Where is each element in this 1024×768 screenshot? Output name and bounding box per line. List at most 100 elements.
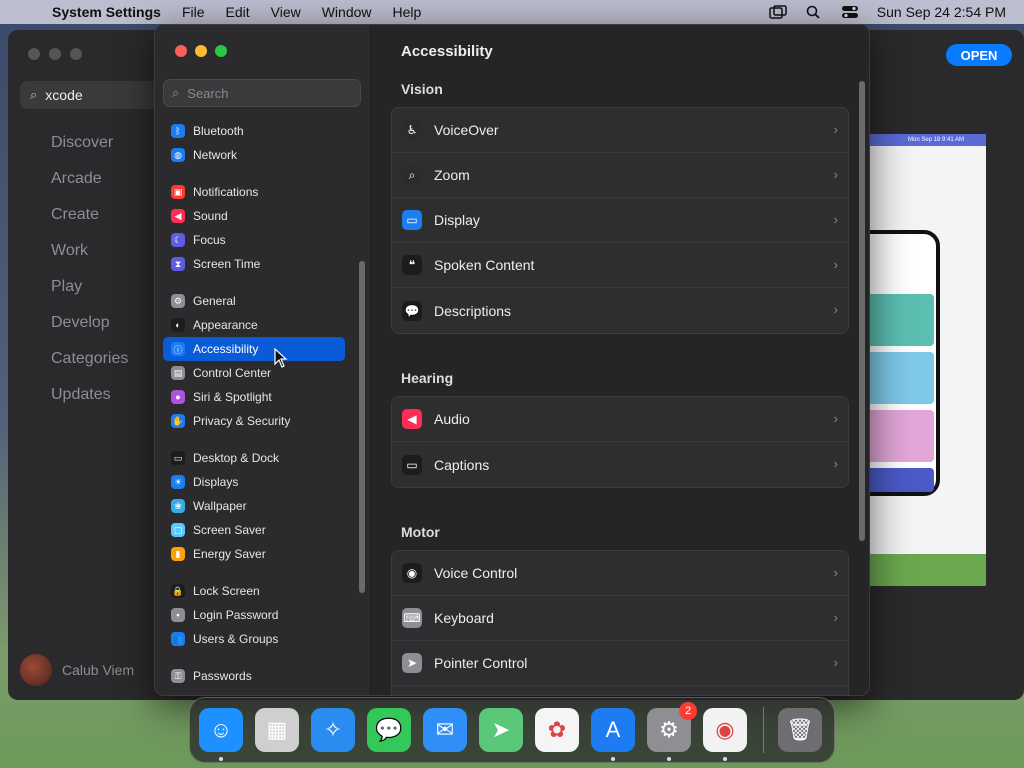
app-store-nav-categories[interactable]: Categories xyxy=(51,350,128,386)
sidebar-separator xyxy=(163,651,345,664)
dock-system-settings-icon[interactable]: ⚙ 2 xyxy=(647,702,697,761)
menu-app-name[interactable]: System Settings xyxy=(52,4,161,20)
zoom-button[interactable] xyxy=(215,45,227,57)
app-store-nav-work[interactable]: Work xyxy=(51,242,128,278)
dock-app-store-icon[interactable]: A xyxy=(591,708,635,761)
sidebar-item-energy-saver[interactable]: ▮ Energy Saver xyxy=(163,542,345,566)
sidebar-item-screen-saver[interactable]: ▢ Screen Saver xyxy=(163,518,345,542)
dock-mail-icon[interactable]: ✉ xyxy=(423,708,467,752)
sidebar-item-label: Siri & Spotlight xyxy=(193,390,272,404)
sidebar-item-bluetooth[interactable]: ᛒ Bluetooth xyxy=(163,119,345,143)
dock-chrome-icon[interactable]: ◉ xyxy=(703,708,747,761)
app-store-close-button[interactable] xyxy=(28,48,40,60)
sidebar-separator xyxy=(163,167,345,180)
app-store-nav-arcade[interactable]: Arcade xyxy=(51,170,128,206)
settings-search-field[interactable]: ⌕ Search xyxy=(163,79,361,107)
sidebar-scrollbar[interactable] xyxy=(359,261,365,593)
sidebar-item-sound[interactable]: ◀ Sound xyxy=(163,204,345,228)
content-scrollbar[interactable] xyxy=(859,81,865,541)
dock: ☺ ▦ ✧ 💬 ✉ ➤ ✿ A ⚙ 2 ◉ 🗑 xyxy=(189,697,835,763)
spotlight-search-icon[interactable] xyxy=(805,5,823,19)
sidebar-item-general[interactable]: ⚙ General xyxy=(163,289,345,313)
sidebar-item-label: Privacy & Security xyxy=(193,414,291,428)
menu-clock[interactable]: Sun Sep 24 2:54 PM xyxy=(877,4,1006,20)
dock-safari-icon[interactable]: ✧ xyxy=(311,708,355,752)
settings-row-voice-control[interactable]: ◉ Voice Control › xyxy=(392,551,848,596)
control-center-icon[interactable] xyxy=(841,5,859,19)
settings-row-label: Captions xyxy=(434,456,490,473)
sidebar-item-desktop-and-dock[interactable]: ▭ Desktop & Dock xyxy=(163,446,345,470)
app-store-search-value: xcode xyxy=(45,87,83,103)
settings-row-spoken-content[interactable]: ❝ Spoken Content › xyxy=(392,243,848,288)
menu-file[interactable]: File xyxy=(182,4,205,20)
open-button[interactable]: OPEN xyxy=(946,44,1012,66)
menu-help[interactable]: Help xyxy=(393,4,422,20)
voiceover-icon: ♿ xyxy=(402,120,422,140)
wallpaper-icon: ❀ xyxy=(171,499,185,513)
settings-row-label: VoiceOver xyxy=(434,122,499,138)
focus-icon: ☾ xyxy=(171,233,185,247)
app-store-minimize-button[interactable] xyxy=(49,48,61,60)
dock-trash-icon[interactable]: 🗑 xyxy=(778,708,822,752)
screen-saver-icon: ▢ xyxy=(171,523,185,537)
settings-row-display[interactable]: ▭ Display › xyxy=(392,198,848,243)
accessibility-icon: ⓘ xyxy=(171,342,185,356)
menu-window[interactable]: Window xyxy=(322,4,372,20)
sidebar-item-login-password[interactable]: ▪ Login Password xyxy=(163,603,345,627)
sidebar-item-appearance[interactable]: ◐ Appearance xyxy=(163,313,345,337)
account-name: Calub Viem xyxy=(62,662,135,678)
captions-icon: ▭ xyxy=(402,454,422,475)
sidebar-item-passwords[interactable]: ⚿ Passwords xyxy=(163,664,345,688)
menu-edit[interactable]: Edit xyxy=(226,4,250,20)
sidebar-item-screen-time[interactable]: ⧗ Screen Time xyxy=(163,252,345,276)
sidebar-item-control-center[interactable]: ▤ Control Center xyxy=(163,361,345,385)
dock-separator xyxy=(763,707,764,753)
sidebar-item-label: Lock Screen xyxy=(193,584,260,598)
keyboard-icon: ⌨ xyxy=(402,608,422,628)
settings-row-descriptions[interactable]: 💬 Descriptions › xyxy=(392,288,848,333)
settings-row-captions[interactable]: ▭ Captions › xyxy=(392,442,848,487)
settings-row-voiceover[interactable]: ♿ VoiceOver › xyxy=(392,108,848,153)
settings-row-switch-control[interactable]: ▦Switch Control› xyxy=(392,686,848,695)
running-indicator xyxy=(723,757,727,761)
settings-row-pointer-control[interactable]: ➤ Pointer Control › xyxy=(392,641,848,686)
sidebar-item-focus[interactable]: ☾ Focus xyxy=(163,228,345,252)
app-store-nav-play[interactable]: Play xyxy=(51,278,128,314)
dock-launchpad-icon[interactable]: ▦ xyxy=(255,708,299,752)
running-indicator xyxy=(219,757,223,761)
sidebar-item-label: Users & Groups xyxy=(193,632,279,646)
displays-icon: ☀ xyxy=(171,475,185,489)
sidebar-item-notifications[interactable]: ▣ Notifications xyxy=(163,180,345,204)
sidebar-item-displays[interactable]: ☀ Displays xyxy=(163,470,345,494)
running-indicator xyxy=(667,757,671,761)
sidebar-item-network[interactable]: ◍ Network xyxy=(163,143,345,167)
sidebar-item-privacy-and-security[interactable]: ✋ Privacy & Security xyxy=(163,409,345,433)
app-store-nav-create[interactable]: Create xyxy=(51,206,128,242)
menu-view[interactable]: View xyxy=(271,4,301,20)
app-store-nav-discover[interactable]: Discover xyxy=(51,134,128,170)
siri-and-spotlight-icon: ● xyxy=(171,390,185,404)
sidebar-item-lock-screen[interactable]: 🔒 Lock Screen xyxy=(163,579,345,603)
accessibility-pane: Accessibility Vision ♿ VoiceOver › ⌕ Zoom › ▭ Di… xyxy=(371,25,869,695)
app-store-nav-updates[interactable]: Updates xyxy=(51,386,128,422)
app-store-account[interactable]: Calub Viem xyxy=(20,654,134,686)
screen-mirroring-icon[interactable] xyxy=(769,5,787,19)
dock-maps-icon[interactable]: ➤ xyxy=(479,708,523,752)
settings-row-audio[interactable]: ◀ Audio › xyxy=(392,397,848,442)
minimize-button[interactable] xyxy=(195,45,207,57)
sidebar-item-wallpaper[interactable]: ❀ Wallpaper xyxy=(163,494,345,518)
sidebar-item-siri-and-spotlight[interactable]: ● Siri & Spotlight xyxy=(163,385,345,409)
close-button[interactable] xyxy=(175,45,187,57)
sidebar-item-users-and-groups[interactable]: 👥 Users & Groups xyxy=(163,627,345,651)
settings-row-keyboard[interactable]: ⌨ Keyboard › xyxy=(392,596,848,641)
sidebar-item-label: Sound xyxy=(193,209,228,223)
appearance-icon: ◐ xyxy=(171,318,185,332)
settings-row-zoom[interactable]: ⌕ Zoom › xyxy=(392,153,848,198)
dock-messages-icon[interactable]: 💬 xyxy=(367,708,411,752)
app-store-zoom-button[interactable] xyxy=(70,48,82,60)
app-store-nav-develop[interactable]: Develop xyxy=(51,314,128,350)
dock-photos-icon[interactable]: ✿ xyxy=(535,708,579,752)
sidebar-item-accessibility[interactable]: ⓘ Accessibility xyxy=(163,337,345,361)
dock-finder-icon[interactable]: ☺ xyxy=(199,708,243,761)
bluetooth-icon: ᛒ xyxy=(171,124,185,138)
